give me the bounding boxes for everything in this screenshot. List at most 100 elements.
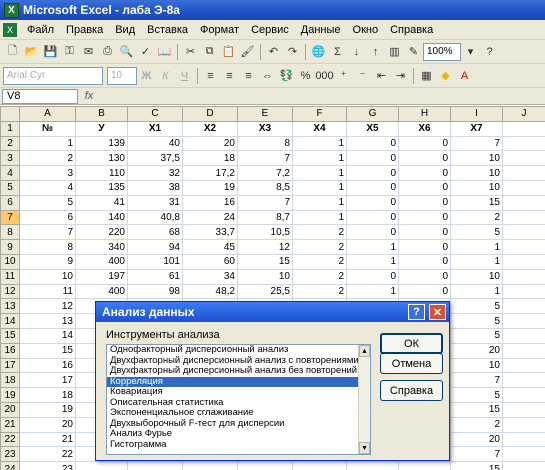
cancel-button[interactable]: Отмена — [380, 353, 443, 374]
menu-data[interactable]: Данные — [295, 21, 347, 39]
cell[interactable] — [502, 401, 545, 418]
cell[interactable]: 7 — [237, 150, 293, 167]
cell[interactable]: 400 — [75, 283, 128, 300]
cell[interactable]: 21 — [19, 431, 76, 448]
cell[interactable]: 10,5 — [237, 224, 293, 241]
cell[interactable] — [502, 357, 545, 374]
merge-center-icon[interactable]: ⇔ — [258, 66, 277, 85]
row-header[interactable]: 23 — [0, 446, 20, 463]
column-header[interactable]: C — [127, 106, 183, 122]
cell[interactable]: 1 — [19, 135, 76, 152]
cell[interactable]: 0 — [346, 268, 399, 285]
cell[interactable]: 101 — [127, 253, 183, 270]
column-header[interactable]: I — [450, 106, 503, 122]
cell[interactable]: 20 — [182, 135, 238, 152]
cell[interactable]: 0 — [398, 224, 451, 241]
row-header[interactable]: 4 — [0, 165, 20, 181]
cell[interactable]: У — [75, 120, 128, 137]
cell[interactable]: 32 — [127, 165, 183, 181]
help-button[interactable]: Справка — [380, 380, 443, 401]
copy-icon[interactable]: ⧉ — [200, 42, 219, 61]
cell[interactable]: 8,5 — [237, 179, 293, 196]
cell[interactable]: 135 — [75, 179, 128, 196]
cell[interactable]: 1 — [450, 253, 503, 270]
column-header[interactable]: J — [502, 106, 545, 122]
cell[interactable]: 1 — [346, 253, 399, 270]
cell[interactable]: 1 — [292, 150, 347, 167]
cell[interactable]: 94 — [127, 239, 183, 255]
row-header[interactable]: 5 — [0, 179, 20, 196]
row-header[interactable]: 24 — [0, 461, 20, 470]
list-item[interactable]: Ковариация — [107, 387, 359, 398]
cell[interactable]: 20 — [450, 342, 503, 359]
decrease-decimal-icon[interactable]: ⁻ — [353, 66, 372, 85]
help-icon[interactable]: ? — [408, 304, 425, 320]
cell[interactable]: 2 — [19, 150, 76, 167]
cell[interactable] — [292, 461, 347, 470]
cell[interactable] — [502, 461, 545, 470]
print-preview-icon[interactable]: 🔍 — [117, 42, 136, 61]
cell[interactable]: 5 — [19, 194, 76, 211]
row-header[interactable]: 20 — [0, 401, 20, 418]
sort-descending-icon[interactable]: ↑ — [366, 42, 385, 61]
cell[interactable]: 5 — [450, 298, 503, 315]
cell[interactable]: 0 — [346, 135, 399, 152]
list-item[interactable]: Описательная статистика — [107, 398, 359, 409]
cell[interactable]: 0 — [346, 209, 399, 226]
menu-insert[interactable]: Вставка — [141, 21, 194, 39]
sort-ascending-icon[interactable]: ↓ — [347, 42, 366, 61]
row-header[interactable]: 15 — [0, 327, 20, 344]
autosum-icon[interactable]: Σ — [328, 42, 347, 61]
cell[interactable]: 8,7 — [237, 209, 293, 226]
cell[interactable]: 110 — [75, 165, 128, 181]
select-all-corner[interactable] — [0, 106, 20, 122]
cell[interactable] — [182, 461, 238, 470]
cell[interactable] — [502, 120, 545, 137]
cell[interactable]: 2 — [292, 283, 347, 300]
cell[interactable]: 2 — [450, 209, 503, 226]
row-header[interactable]: 10 — [0, 253, 20, 270]
cell[interactable]: 9 — [19, 253, 76, 270]
column-header[interactable]: B — [75, 106, 128, 122]
cell[interactable]: 22 — [19, 446, 76, 463]
cell[interactable]: 2 — [450, 416, 503, 433]
cell[interactable]: 1 — [346, 239, 399, 255]
cell[interactable]: 139 — [75, 135, 128, 152]
italic-icon[interactable]: К — [156, 66, 175, 85]
cell[interactable]: 1 — [292, 165, 347, 181]
row-header[interactable]: 2 — [0, 135, 20, 152]
list-item[interactable]: Двухфакторный дисперсионный анализ без п… — [107, 366, 359, 377]
list-item[interactable]: Анализ Фурье — [107, 429, 359, 440]
cell[interactable]: 48,2 — [182, 283, 238, 300]
cell[interactable]: 5 — [450, 224, 503, 241]
cell[interactable]: 40 — [127, 135, 183, 152]
cell[interactable]: 1 — [292, 135, 347, 152]
cell[interactable]: 40,8 — [127, 209, 183, 226]
cell[interactable]: 0 — [398, 179, 451, 196]
cell[interactable]: 1 — [292, 209, 347, 226]
comma-style-icon[interactable]: 000 — [315, 66, 334, 85]
cell[interactable]: 11 — [19, 283, 76, 300]
scrollbar[interactable]: ▲ ▼ — [358, 345, 370, 454]
cell[interactable] — [502, 298, 545, 315]
cell[interactable]: 15 — [450, 194, 503, 211]
cell[interactable]: 98 — [127, 283, 183, 300]
row-header[interactable]: 12 — [0, 283, 20, 300]
bold-icon[interactable]: Ж — [137, 66, 156, 85]
cell[interactable]: № — [19, 120, 76, 137]
row-header[interactable]: 16 — [0, 342, 20, 359]
cell[interactable] — [502, 327, 545, 344]
cell[interactable] — [237, 461, 293, 470]
cell[interactable]: 5 — [450, 327, 503, 344]
cell[interactable]: 10 — [450, 357, 503, 374]
column-header[interactable]: G — [346, 106, 399, 122]
cell[interactable]: 45 — [182, 239, 238, 255]
cell[interactable]: 197 — [75, 268, 128, 285]
row-header[interactable]: 7 — [0, 209, 20, 226]
cell[interactable]: 1 — [292, 194, 347, 211]
cell[interactable]: 4 — [19, 179, 76, 196]
close-icon[interactable]: ✕ — [429, 304, 446, 320]
font-color-icon[interactable]: A — [455, 66, 474, 85]
cell[interactable]: 0 — [398, 253, 451, 270]
cell[interactable]: X5 — [346, 120, 399, 137]
